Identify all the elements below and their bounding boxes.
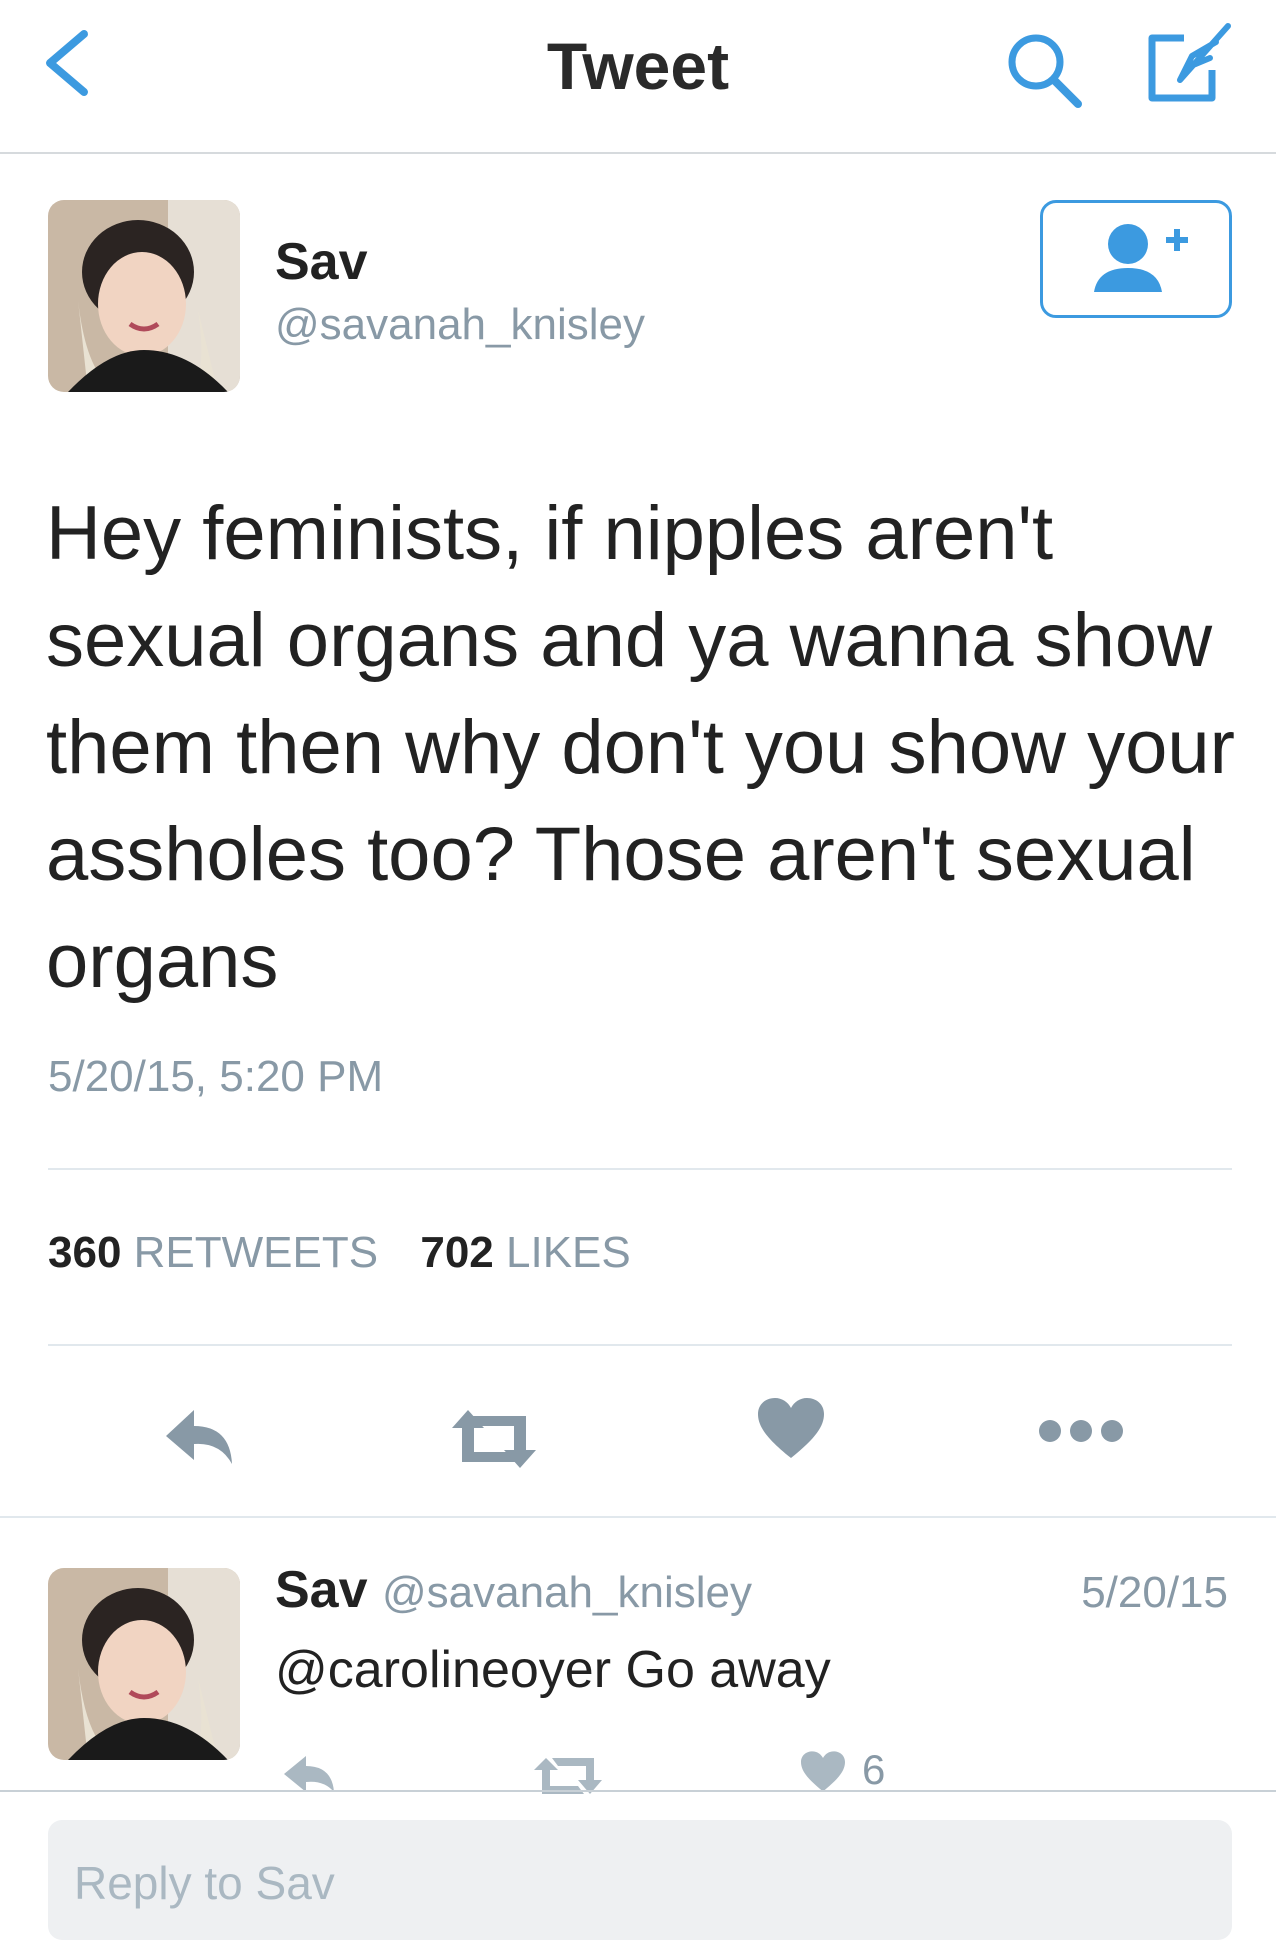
retweet-icon[interactable] xyxy=(446,1404,542,1474)
tweet-timestamp: 5/20/15, 5:20 PM xyxy=(48,1052,384,1101)
divider xyxy=(0,1516,1276,1518)
tweet-text: Hey feminists, if nipples aren't sexual … xyxy=(46,491,1235,1004)
follow-button[interactable] xyxy=(1040,200,1232,318)
reply-date: 5/20/15 xyxy=(1081,1568,1228,1617)
tweet-stats: 360 RETWEETS 702 LIKES xyxy=(48,1228,661,1278)
author-name[interactable]: Sav xyxy=(275,232,368,292)
author-avatar[interactable] xyxy=(48,200,240,392)
reply-author-avatar[interactable] xyxy=(48,1568,240,1760)
like-count[interactable]: 702 xyxy=(420,1228,493,1277)
divider xyxy=(48,1344,1232,1346)
reply-like-heart-icon[interactable] xyxy=(798,1750,848,1794)
compose-tweet-icon[interactable] xyxy=(1140,18,1240,108)
divider xyxy=(0,1790,1276,1792)
reply-icon[interactable] xyxy=(160,1402,240,1472)
reply-reply-icon[interactable] xyxy=(280,1752,340,1792)
like-label[interactable]: LIKES xyxy=(506,1228,631,1277)
retweet-count[interactable]: 360 xyxy=(48,1228,121,1277)
top-nav-bar: Tweet xyxy=(0,0,1276,154)
reply-header: Sav @savanah_knisley xyxy=(275,1560,752,1620)
like-heart-icon[interactable] xyxy=(756,1396,826,1462)
reply-like-count: 6 xyxy=(862,1746,886,1793)
reply-author-handle[interactable]: @savanah_knisley xyxy=(382,1568,752,1617)
divider xyxy=(48,1168,1232,1170)
reply-composer-input[interactable]: Reply to Sav xyxy=(48,1820,1232,1940)
retweet-label[interactable]: RETWEETS xyxy=(134,1228,378,1277)
reply-text: @carolineoyer Go away xyxy=(275,1641,831,1699)
reply-retweet-icon[interactable] xyxy=(530,1754,606,1794)
reply-author-name[interactable]: Sav xyxy=(275,1561,368,1619)
author-handle[interactable]: @savanah_knisley xyxy=(275,300,645,350)
search-icon[interactable] xyxy=(1000,28,1090,108)
add-user-icon xyxy=(1094,224,1188,292)
more-options-icon[interactable] xyxy=(1036,1416,1126,1446)
